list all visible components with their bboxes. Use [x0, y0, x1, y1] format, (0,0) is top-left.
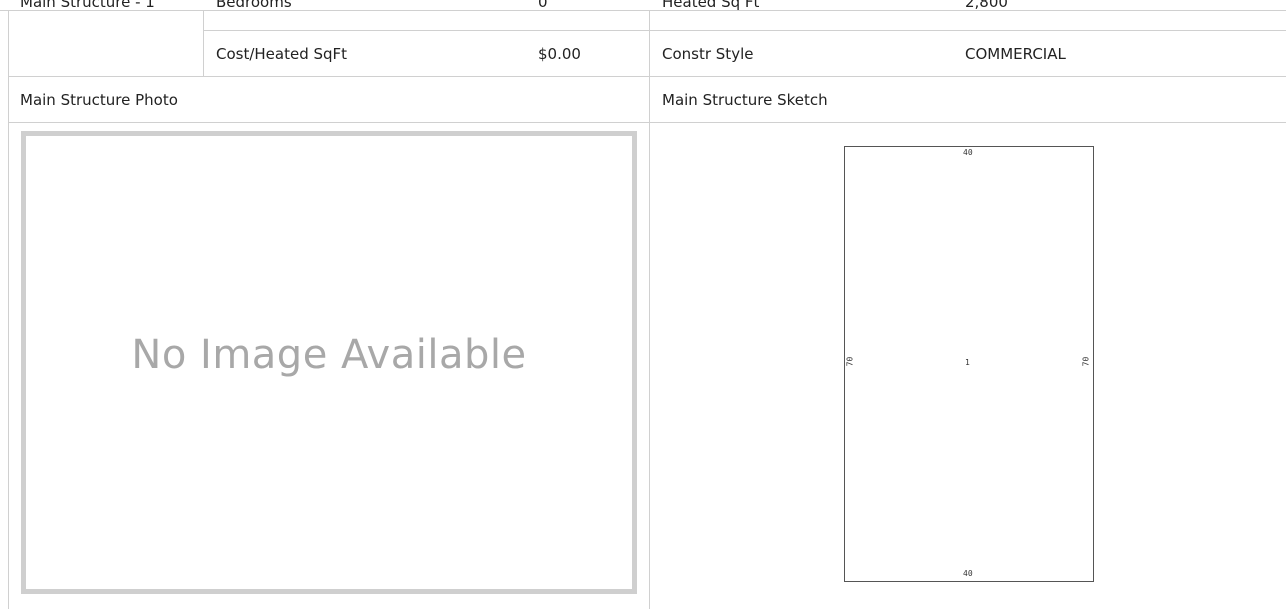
constr-style-label: Constr Style: [662, 45, 754, 63]
cost-heated-sqft-label: Cost/Heated SqFt: [216, 45, 348, 63]
no-image-text: No Image Available: [131, 332, 527, 378]
bedrooms-value: 0: [538, 0, 548, 11]
structure-photo: No Image Available: [21, 131, 637, 594]
row3-top-border: [8, 76, 1286, 77]
heated-sqft-value: 2,800: [965, 0, 1008, 11]
sketch-dim-bottom: 40: [963, 569, 973, 578]
section-label: Main Structure - 1: [20, 0, 155, 11]
sketch-area-label: 1: [965, 358, 970, 367]
constr-style-value: COMMERCIAL: [965, 45, 1066, 63]
bedrooms-label: Bedrooms: [216, 0, 292, 11]
sketch-dim-top: 40: [963, 148, 973, 157]
heated-sqft-label: Heated Sq Ft: [662, 0, 760, 11]
sketch-dim-left: 70: [845, 356, 855, 367]
top-border: [0, 10, 1286, 11]
sketch-dim-right: 70: [1081, 356, 1091, 367]
col1-divider: [203, 10, 204, 76]
left-border: [8, 10, 9, 609]
row4-top-border: [8, 122, 1286, 123]
col-mid-divider: [649, 10, 650, 609]
row2-top-border: [203, 30, 1286, 31]
structure-sketch: 40 40 70 70 1: [844, 146, 1094, 582]
photo-header: Main Structure Photo: [20, 91, 178, 109]
sketch-header: Main Structure Sketch: [662, 91, 828, 109]
cost-heated-sqft-value: $0.00: [538, 45, 581, 63]
